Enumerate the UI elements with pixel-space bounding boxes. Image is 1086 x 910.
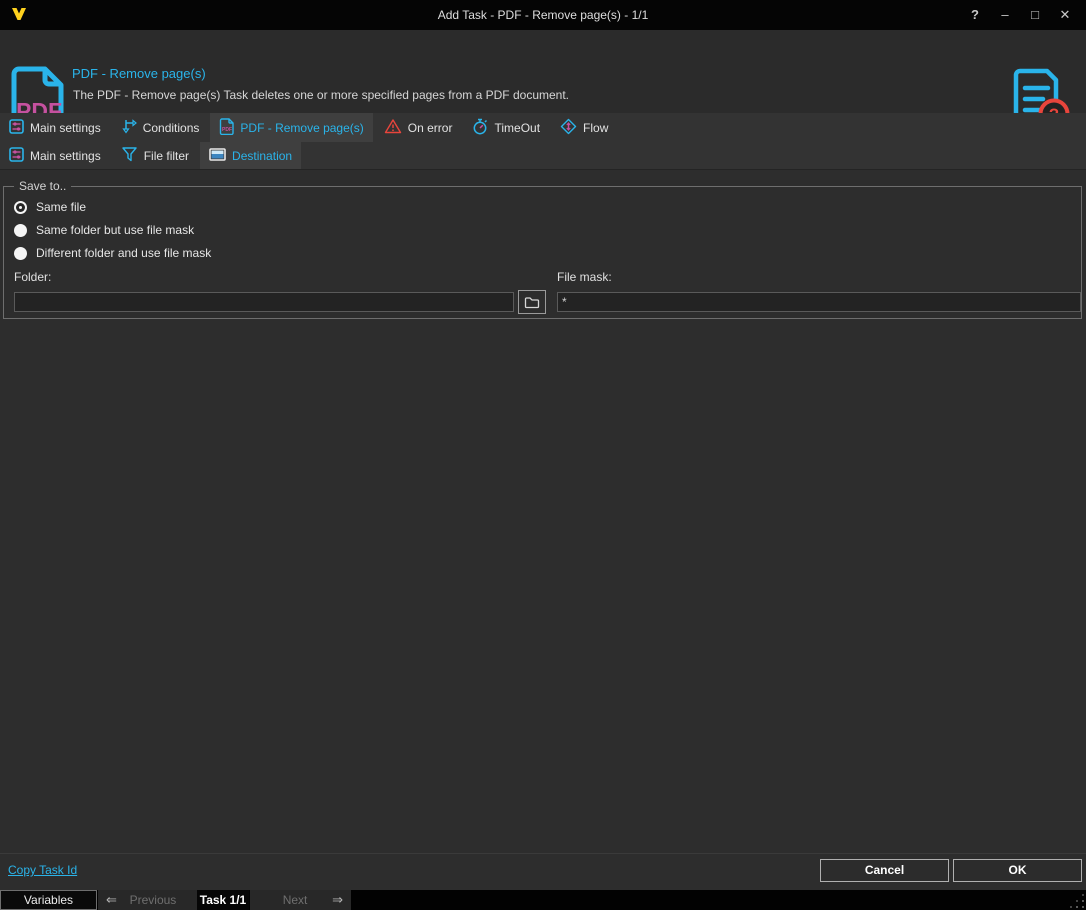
subtab-main-settings[interactable]: Main settings [0,142,110,169]
browse-folder-button[interactable] [518,290,546,314]
next-arrow-icon: ⇒ [332,892,343,907]
radio-same-folder-mask[interactable]: Same folder but use file mask [14,223,194,237]
copy-task-id-link[interactable]: Copy Task Id [8,863,77,877]
next-task-button[interactable]: Next ⇒ [250,890,351,910]
subtab-destination[interactable]: Destination [200,142,302,169]
task-nav-bar: Variables ⇐ Previous Task 1/1 Next ⇒ [0,890,1086,910]
prev-arrow-icon: ⇐ [106,892,117,907]
footer-divider [0,853,1086,854]
radio-label: Same file [36,200,87,214]
sliders-icon [9,146,24,165]
radio-same-file[interactable]: Same file [14,200,86,214]
svg-text:PDF: PDF [222,127,232,133]
radio-button[interactable] [14,246,27,260]
task-description: The PDF - Remove page(s) Task deletes on… [73,88,570,102]
tab-label: PDF - Remove page(s) [240,120,364,135]
radio-button[interactable] [14,223,27,237]
variables-button[interactable]: Variables [0,890,97,910]
minimize-icon[interactable]: – [990,0,1020,30]
file-mask-label: File mask: [557,270,612,284]
stopwatch-icon [472,118,488,138]
folder-icon [524,296,540,308]
tab-conditions[interactable]: Conditions [112,113,209,142]
current-task-tab[interactable]: Task 1/1 [197,890,249,910]
task-title: PDF - Remove page(s) [72,66,206,81]
warning-icon [384,118,402,137]
tab-label: Destination [232,148,293,163]
tab-label: Conditions [142,120,200,135]
file-mask-input[interactable] [557,292,1081,312]
groupbox-title: Save to.. [14,179,72,193]
sliders-icon [9,118,24,137]
ok-button[interactable]: OK [953,859,1082,882]
folder-input[interactable] [14,292,514,312]
resize-grip[interactable] [1082,906,1084,908]
tab-main-settings[interactable]: Main settings [0,113,110,142]
next-label: Next [282,893,308,907]
previous-label: Previous [129,893,177,907]
cancel-button[interactable]: Cancel [820,859,949,882]
tab-pdf-remove-pages[interactable]: PDF PDF - Remove page(s) [210,113,373,142]
funnel-icon [121,146,138,165]
task-header: PDF PDF - Remove page(s) The PDF - Remov… [0,30,1086,131]
screen-icon [209,147,226,164]
tab-label: Main settings [30,148,101,163]
subtab-file-filter[interactable]: File filter [112,142,198,169]
tab-timeout[interactable]: TimeOut [463,113,549,142]
folder-label: Folder: [14,270,52,284]
help-icon[interactable]: ? [960,0,990,30]
maximize-icon[interactable]: □ [1020,0,1050,30]
tab-label: File filter [143,148,190,163]
window-controls: ? – □ ✕ [960,0,1080,30]
window-title: Add Task - PDF - Remove page(s) - 1/1 [437,8,649,22]
previous-task-button[interactable]: ⇐ Previous [98,890,197,910]
tab-label: On error [407,120,453,135]
tab-label: TimeOut [494,120,541,135]
radio-label: Different folder and use file mask [36,246,212,260]
pdf-doc-icon: PDF [219,117,235,138]
radio-label: Same folder but use file mask [36,223,195,237]
add-task-dialog: Add Task - PDF - Remove page(s) - 1/1 ? … [0,0,1086,910]
sub-tabs: Main settings File filter Destination [0,142,1086,170]
branch-icon [121,118,137,137]
tab-on-error[interactable]: On error [375,113,462,142]
close-icon[interactable]: ✕ [1050,0,1080,30]
task-tabs: Main settings Conditions PDF PDF - Remov… [0,113,1086,142]
radio-button[interactable] [14,200,27,214]
tab-label: Flow [583,120,609,135]
titlebar[interactable]: Add Task - PDF - Remove page(s) - 1/1 ? … [0,0,1086,30]
tab-flow[interactable]: Flow [551,113,617,142]
tab-label: Main settings [30,120,101,135]
diamond-icon [560,118,577,138]
save-to-groupbox: Save to.. Same file Same folder but use … [3,179,1082,319]
radio-different-folder-mask[interactable]: Different folder and use file mask [14,246,211,260]
